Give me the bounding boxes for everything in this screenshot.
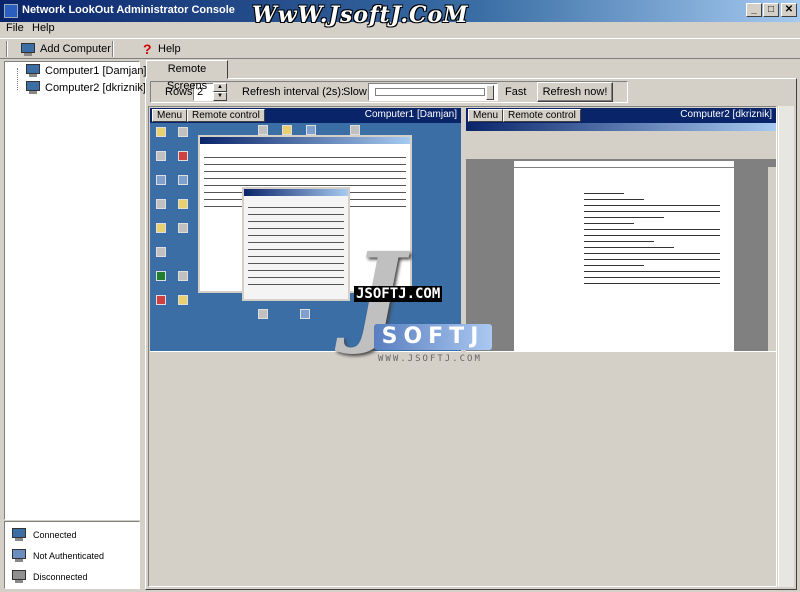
tab-remote-screens[interactable]: Remote Screens <box>146 60 228 92</box>
desktop-icon <box>178 151 188 161</box>
spinner-down-icon[interactable]: ▼ <box>213 92 227 101</box>
viewer-menu-button[interactable]: Menu <box>152 109 188 122</box>
desktop-icon <box>350 125 360 135</box>
legend-label: Not Authenticated <box>33 550 105 561</box>
svg-text:?: ? <box>143 41 152 57</box>
help-button[interactable]: ? Help <box>140 40 181 58</box>
desktop-icon <box>178 175 188 185</box>
desktop-icon <box>156 151 166 161</box>
legend-label: Connected <box>33 529 77 540</box>
desktop-icon <box>178 223 188 233</box>
remote-window-titlebar <box>466 123 776 131</box>
desktop-icon <box>258 309 268 319</box>
desktop-icon <box>300 309 310 319</box>
fast-label: Fast <box>505 86 527 98</box>
vertical-scrollbar[interactable] <box>778 106 794 587</box>
rows-spinner[interactable]: ▲ ▼ <box>213 83 227 101</box>
remote-taskbar <box>150 351 461 360</box>
menu-bar: File Help <box>0 22 800 36</box>
refresh-interval-slider[interactable] <box>368 83 498 101</box>
remote-taskbar <box>466 351 776 360</box>
remote-screen-thumbnail[interactable] <box>466 123 776 360</box>
desktop-icon <box>258 125 268 135</box>
desktop-icon <box>156 247 166 257</box>
remote-screen-thumbnail[interactable] <box>150 123 461 360</box>
legend-disconnected: Disconnected <box>11 570 88 583</box>
slider-track <box>375 88 485 96</box>
refresh-interval-label: Refresh interval (2s): <box>242 86 345 98</box>
menu-help[interactable]: Help <box>32 22 55 34</box>
help-icon: ? <box>143 41 152 57</box>
desktop-icon <box>156 175 166 185</box>
tree-item-label: Computer1 [Damjan] <box>45 64 147 77</box>
task-manager-window <box>242 187 350 301</box>
refresh-now-button[interactable]: Refresh now! <box>537 82 613 102</box>
status-legend: Connected Not Authenticated Disconnected <box>4 521 140 589</box>
remote-scrollbar <box>768 167 776 351</box>
desktop-icon <box>178 271 188 281</box>
desktop-icon <box>156 271 166 281</box>
title-bar: Network LookOut Administrator Console Ww… <box>0 0 800 28</box>
viewer-menu-button[interactable]: Menu <box>468 109 504 122</box>
desktop-icon <box>178 127 188 137</box>
desktop-icon <box>178 199 188 209</box>
remote-word-toolbars <box>466 131 776 159</box>
slider-thumb[interactable] <box>486 85 494 100</box>
computer-connected-icon <box>25 81 41 94</box>
toolbar: Add Computer ? Help <box>0 38 800 59</box>
menu-file[interactable]: File <box>6 22 24 34</box>
desktop-icon <box>156 223 166 233</box>
legend-not-authenticated: Not Authenticated <box>11 549 104 562</box>
help-label: Help <box>158 43 181 55</box>
tree-connector <box>17 68 18 90</box>
remote-document-page <box>514 168 734 351</box>
toolbar-separator <box>112 41 114 57</box>
window-title: Network LookOut Administrator Console <box>22 4 235 16</box>
close-button[interactable]: ✕ <box>781 3 797 17</box>
desktop-icon <box>306 125 316 135</box>
tree-item-label: Computer2 [dkriznik] <box>45 81 146 94</box>
computer-tree[interactable]: Computer1 [Damjan] Computer2 [dkriznik] <box>4 61 147 520</box>
legend-label: Disconnected <box>33 571 88 582</box>
add-computer-label: Add Computer <box>40 43 111 55</box>
computer-connected-icon <box>25 64 41 77</box>
toolbar-separator <box>6 41 8 57</box>
tree-item-computer2[interactable]: Computer2 [dkriznik] <box>25 81 146 94</box>
viewer-toolbar: Menu Remote control Computer2 [dkriznik] <box>466 108 776 123</box>
desktop-icon <box>156 127 166 137</box>
viewer-toolbar: Menu Remote control Computer1 [Damjan] <box>150 108 461 123</box>
viewer-computer-name: Computer2 [dkriznik] <box>680 109 772 120</box>
viewer-computer-name: Computer1 [Damjan] <box>364 109 457 120</box>
spinner-up-icon[interactable]: ▲ <box>213 83 227 92</box>
desktop-icon <box>156 295 166 305</box>
minimize-button[interactable]: _ <box>746 3 762 17</box>
remote-control-button[interactable]: Remote control <box>187 109 265 122</box>
desktop-icon <box>178 295 188 305</box>
screen-viewer-computer1: Menu Remote control Computer1 [Damjan] <box>150 108 461 360</box>
desktop-icon <box>282 125 292 135</box>
disconnected-icon <box>11 570 27 583</box>
slow-label: Slow <box>343 86 367 98</box>
screen-viewer-computer2: Menu Remote control Computer2 [dkriznik] <box>466 108 776 360</box>
tree-item-computer1[interactable]: Computer1 [Damjan] <box>25 64 147 77</box>
maximize-button[interactable]: □ <box>763 3 779 17</box>
not-authenticated-icon <box>11 549 27 562</box>
add-computer-button[interactable]: Add Computer <box>20 40 111 58</box>
connected-icon <box>11 528 27 541</box>
remote-ruler <box>514 161 734 167</box>
desktop-icon <box>156 199 166 209</box>
remote-control-button[interactable]: Remote control <box>503 109 581 122</box>
app-icon <box>4 4 18 18</box>
legend-connected: Connected <box>11 528 77 541</box>
add-computer-icon <box>20 42 36 56</box>
